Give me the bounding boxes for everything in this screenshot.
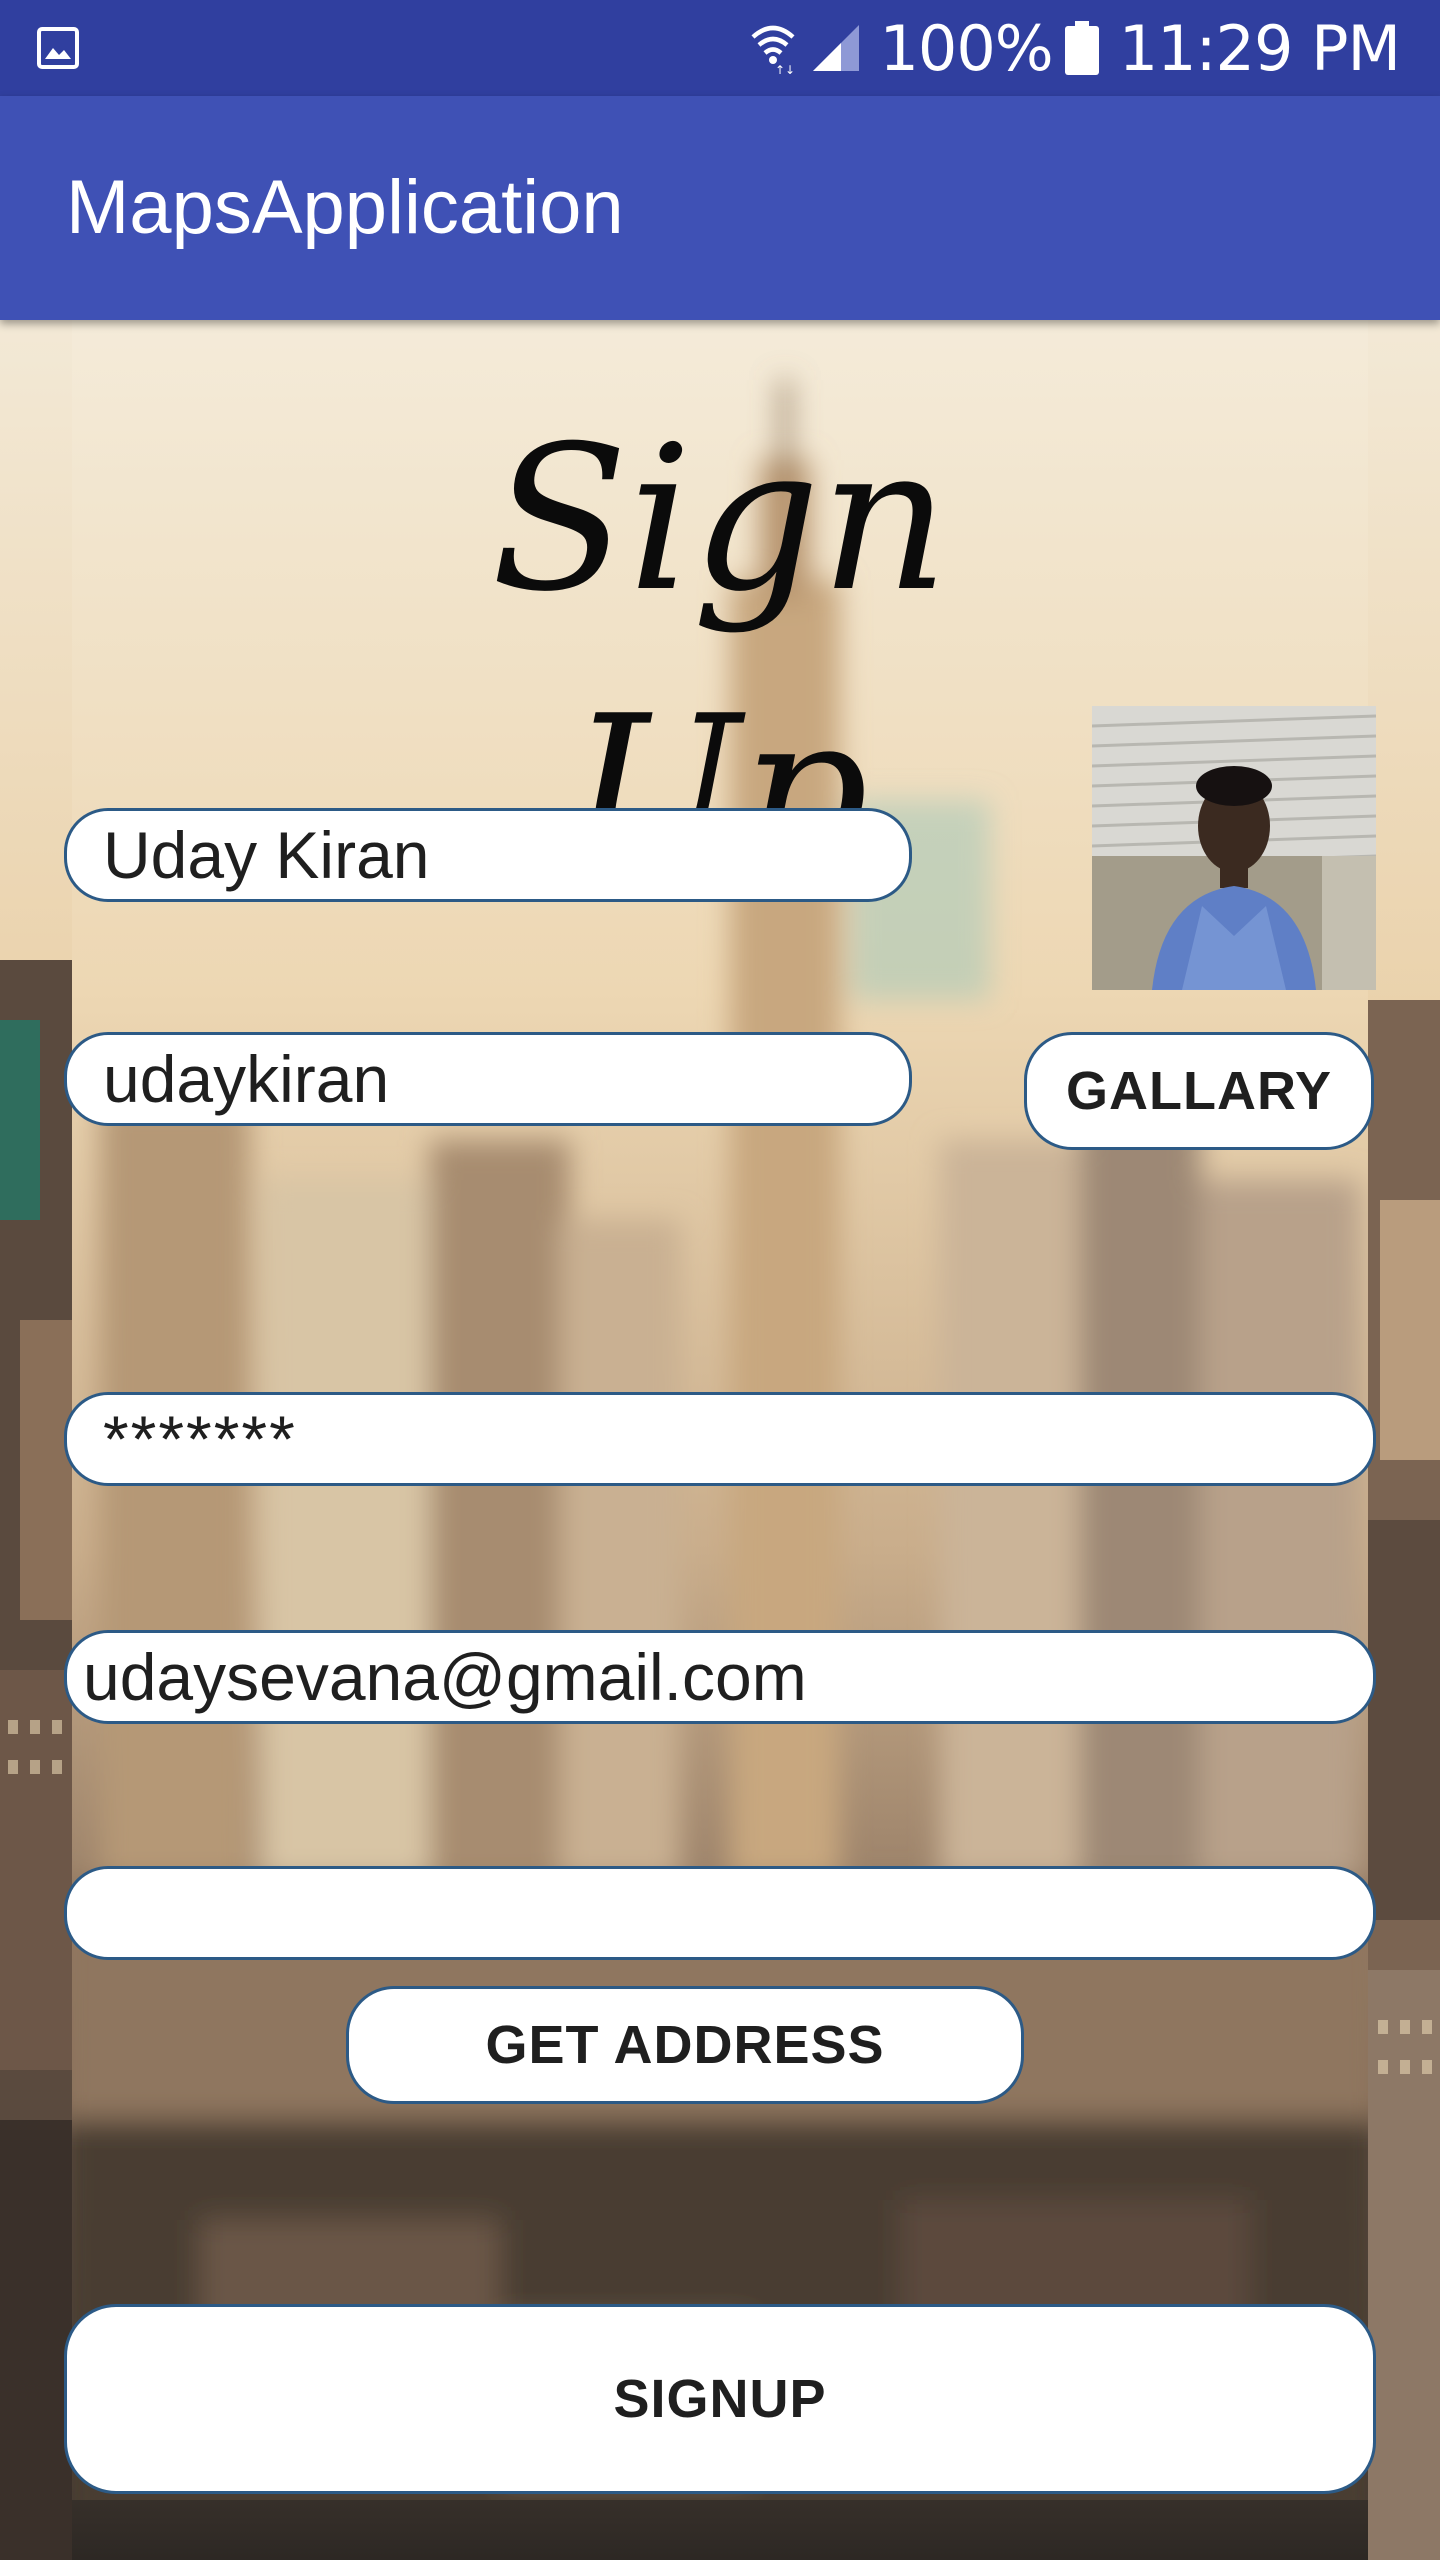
app-title: MapsApplication <box>66 165 624 250</box>
status-indicators: ↑↓ 100% 11:29 PM <box>749 0 1401 96</box>
profile-photo <box>1092 706 1376 990</box>
username-field[interactable]: udaykiran <box>64 1032 912 1126</box>
signal-icon <box>813 25 860 71</box>
gallery-notification-icon <box>37 27 79 69</box>
status-bar: ↑↓ 100% 11:29 PM <box>0 0 1440 96</box>
wifi-icon: ↑↓ <box>751 25 796 75</box>
signup-screen: ↑↓ 100% 11:29 PM MapsApplication Sign Up <box>0 0 1440 2560</box>
signup-heading: Sign Up <box>491 403 949 906</box>
signup-button[interactable]: SIGNUP <box>64 2304 1376 2494</box>
name-field[interactable]: Uday Kiran <box>64 808 912 902</box>
gallery-button[interactable]: GALLARY <box>1024 1032 1374 1150</box>
app-bar: MapsApplication <box>0 96 1440 320</box>
email-field[interactable]: udaysevana@gmail.com <box>64 1630 1376 1724</box>
clock: 11:29 PM <box>1118 11 1401 85</box>
battery-icon <box>1064 21 1099 75</box>
get-address-button[interactable]: GET ADDRESS <box>346 1986 1024 2104</box>
password-field[interactable]: ******* <box>64 1392 1376 1486</box>
battery-percent: 100% <box>879 11 1053 85</box>
address-field[interactable] <box>64 1866 1376 1960</box>
svg-text:↑↓: ↑↓ <box>775 63 795 75</box>
